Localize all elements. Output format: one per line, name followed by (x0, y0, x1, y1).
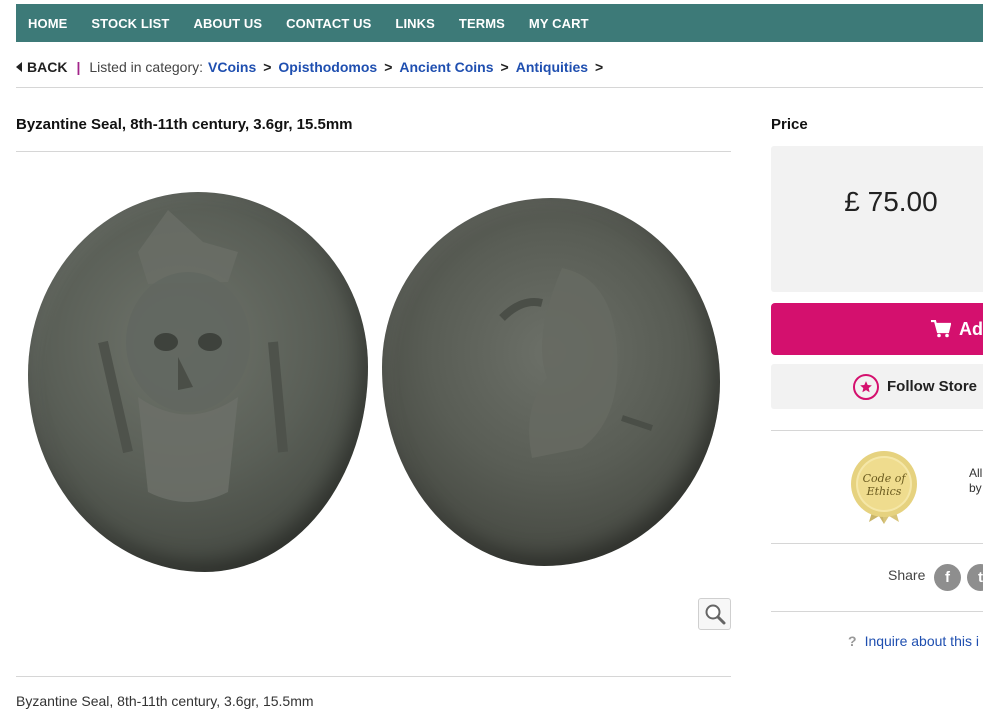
crumb-vcoins[interactable]: VCoins (208, 59, 256, 75)
price-box: £ 75.00 (771, 146, 983, 292)
share-label: Share (888, 567, 926, 583)
breadcrumb: BACK | Listed in category: VCoins > Opis… (16, 58, 610, 76)
crumb-antiquities[interactable]: Antiquities (516, 59, 588, 75)
nav-my-cart[interactable]: MY CART (529, 16, 589, 31)
inquire-label: Inquire about this i (864, 633, 979, 649)
back-button[interactable]: BACK (16, 59, 67, 75)
divider (771, 430, 983, 431)
product-image[interactable] (16, 170, 731, 630)
inquire-link[interactable]: ? Inquire about this i (848, 633, 979, 649)
crumb-opisthodomos[interactable]: Opisthodomos (278, 59, 377, 75)
nav-contact-us[interactable]: CONTACT US (286, 16, 371, 31)
crumb-arrow: > (263, 59, 272, 75)
magnifier-icon (705, 604, 725, 625)
divider (771, 543, 983, 544)
nav-links[interactable]: LINKS (395, 16, 435, 31)
cart-icon (931, 320, 951, 338)
facebook-icon[interactable]: f (934, 564, 961, 591)
product-caption: Byzantine Seal, 8th-11th century, 3.6gr,… (16, 693, 314, 709)
follow-store-button[interactable]: Follow Store (771, 364, 983, 409)
question-icon: ? (848, 633, 857, 649)
svg-text:Code of: Code of (863, 472, 908, 485)
code-of-ethics-seal[interactable]: Code of Ethics (847, 450, 921, 524)
divider (16, 87, 983, 88)
add-to-cart-label: Ad (959, 318, 983, 339)
seal-obverse-image (28, 192, 368, 572)
main-nav: HOME STOCK LIST ABOUT US CONTACT US LINK… (16, 4, 983, 42)
nav-stock-list[interactable]: STOCK LIST (91, 16, 169, 31)
ethics-description: All by (969, 466, 982, 496)
breadcrumb-divider: | (76, 59, 81, 75)
price-label: Price (771, 116, 808, 133)
seal-reverse-relief (499, 268, 653, 458)
seal-reverse-image (382, 198, 720, 566)
crumb-ancient-coins[interactable]: Ancient Coins (399, 59, 493, 75)
crumb-arrow: > (595, 59, 604, 75)
zoom-button[interactable] (698, 598, 731, 630)
listed-label: Listed in category: (89, 59, 203, 75)
ethics-text-line-1: All (969, 466, 983, 480)
crumb-arrow: > (384, 59, 393, 75)
add-to-cart-button[interactable]: Ad (771, 303, 983, 355)
divider (16, 151, 731, 152)
twitter-icon[interactable]: t (967, 564, 983, 591)
back-arrow-icon (16, 62, 22, 72)
follow-store-label: Follow Store (887, 378, 977, 395)
star-icon (853, 373, 879, 400)
seal-obverse-relief (98, 210, 288, 502)
svg-text:Ethics: Ethics (866, 485, 902, 498)
divider (771, 611, 983, 612)
nav-home[interactable]: HOME (28, 16, 67, 31)
nav-about-us[interactable]: ABOUT US (193, 16, 262, 31)
ethics-text-line-2: by (969, 481, 982, 495)
crumb-arrow: > (500, 59, 509, 75)
nav-terms[interactable]: TERMS (459, 16, 505, 31)
back-label: BACK (27, 59, 68, 75)
product-title: Byzantine Seal, 8th-11th century, 3.6gr,… (16, 116, 353, 133)
price-value: £ 75.00 (844, 186, 938, 217)
divider (16, 676, 731, 677)
